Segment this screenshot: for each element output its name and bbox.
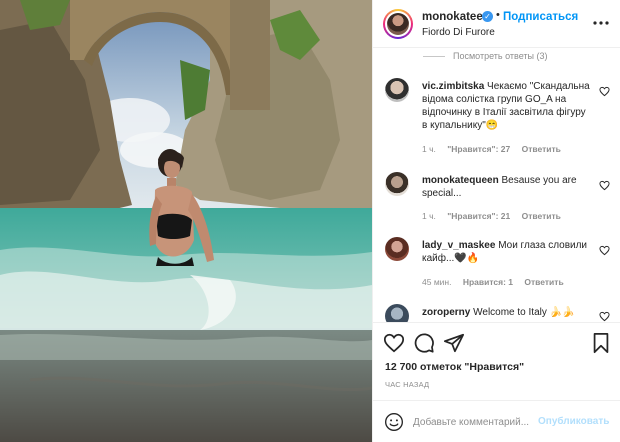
verified-badge-icon: ✓ — [482, 11, 493, 22]
share-send-icon[interactable] — [443, 332, 465, 354]
comment-input[interactable] — [413, 413, 533, 431]
comment-meta: 1 ч. "Нравится": 21 Ответить — [422, 211, 570, 221]
comment-text: zoroperny Welcome to Italy 🍌🍌 — [422, 306, 592, 319]
like-heart-icon[interactable] — [383, 332, 405, 354]
add-comment-bar: Опубликовать — [373, 400, 620, 442]
comment-username[interactable]: monokatequeen — [422, 175, 499, 186]
post-side-panel: monokatee ✓ • Подписаться Fiordo Di Furo… — [372, 0, 620, 442]
post-actions-bar — [373, 322, 620, 362]
post-location[interactable]: Fiordo Di Furore — [422, 27, 495, 38]
commenter-avatar[interactable] — [385, 172, 409, 196]
comment-time[interactable]: 1 ч. — [422, 211, 436, 221]
post-timestamp[interactable]: ЧАС НАЗАД — [385, 380, 429, 389]
comment-text: lady_v_maskee Мои глаза словили кайф...🖤… — [422, 239, 592, 265]
comment-username[interactable]: zoroperny — [422, 307, 470, 318]
photo-illustration — [0, 0, 372, 442]
commenter-avatar[interactable] — [385, 304, 409, 322]
like-comment-heart-icon[interactable] — [599, 245, 610, 256]
like-comment-heart-icon[interactable] — [599, 180, 610, 191]
author-avatar[interactable] — [383, 9, 413, 39]
commenter-avatar[interactable] — [385, 237, 409, 261]
view-replies-link[interactable]: Посмотреть ответы (3) — [423, 51, 548, 61]
comment-likes[interactable]: Нравится: 1 — [463, 277, 513, 287]
comment-meta: 1 ч. "Нравится": 27 Ответить — [422, 144, 570, 154]
comment-bubble-icon[interactable] — [413, 332, 435, 354]
likes-count[interactable]: 12 700 отметок "Нравится" — [385, 361, 524, 373]
comment-reply-button[interactable]: Ответить — [524, 277, 563, 287]
emoji-smiley-icon[interactable] — [384, 412, 404, 432]
view-replies-label: Посмотреть ответы (3) — [453, 51, 548, 61]
comment-time[interactable]: 1 ч. — [422, 144, 436, 154]
more-options-icon[interactable] — [591, 13, 611, 33]
comment-username[interactable]: vic.zimbitska — [422, 81, 484, 92]
comment-reply-button[interactable]: Ответить — [522, 211, 561, 221]
publish-button[interactable]: Опубликовать — [538, 416, 609, 427]
comment-body: Welcome to Italy 🍌🍌 — [473, 307, 575, 318]
post-photo[interactable] — [0, 0, 372, 442]
comment-meta: 45 мин. Нравится: 1 Ответить — [422, 277, 573, 287]
comment-reply-button[interactable]: Ответить — [522, 144, 561, 154]
post-header: monokatee ✓ • Подписаться Fiordo Di Furo… — [373, 0, 620, 48]
comment-username[interactable]: lady_v_maskee — [422, 240, 495, 251]
follow-button[interactable]: Подписаться — [503, 11, 578, 23]
like-comment-heart-icon[interactable] — [599, 311, 610, 322]
comment-likes[interactable]: "Нравится": 21 — [447, 211, 510, 221]
author-username[interactable]: monokatee — [422, 11, 483, 23]
comment-likes[interactable]: "Нравится": 27 — [447, 144, 510, 154]
commenter-avatar[interactable] — [385, 78, 409, 102]
like-comment-heart-icon[interactable] — [599, 86, 610, 97]
comment-time[interactable]: 45 мин. — [422, 277, 451, 287]
comment-text: vic.zimbitska Чекаємо "Скандальна відома… — [422, 80, 592, 132]
header-separator: • — [496, 9, 500, 21]
comment-text: monokatequeen Besause you are special... — [422, 174, 592, 200]
comments-list[interactable]: Посмотреть ответы (3) vic.zimbitska Чека… — [373, 48, 620, 322]
save-bookmark-icon[interactable] — [590, 332, 612, 354]
